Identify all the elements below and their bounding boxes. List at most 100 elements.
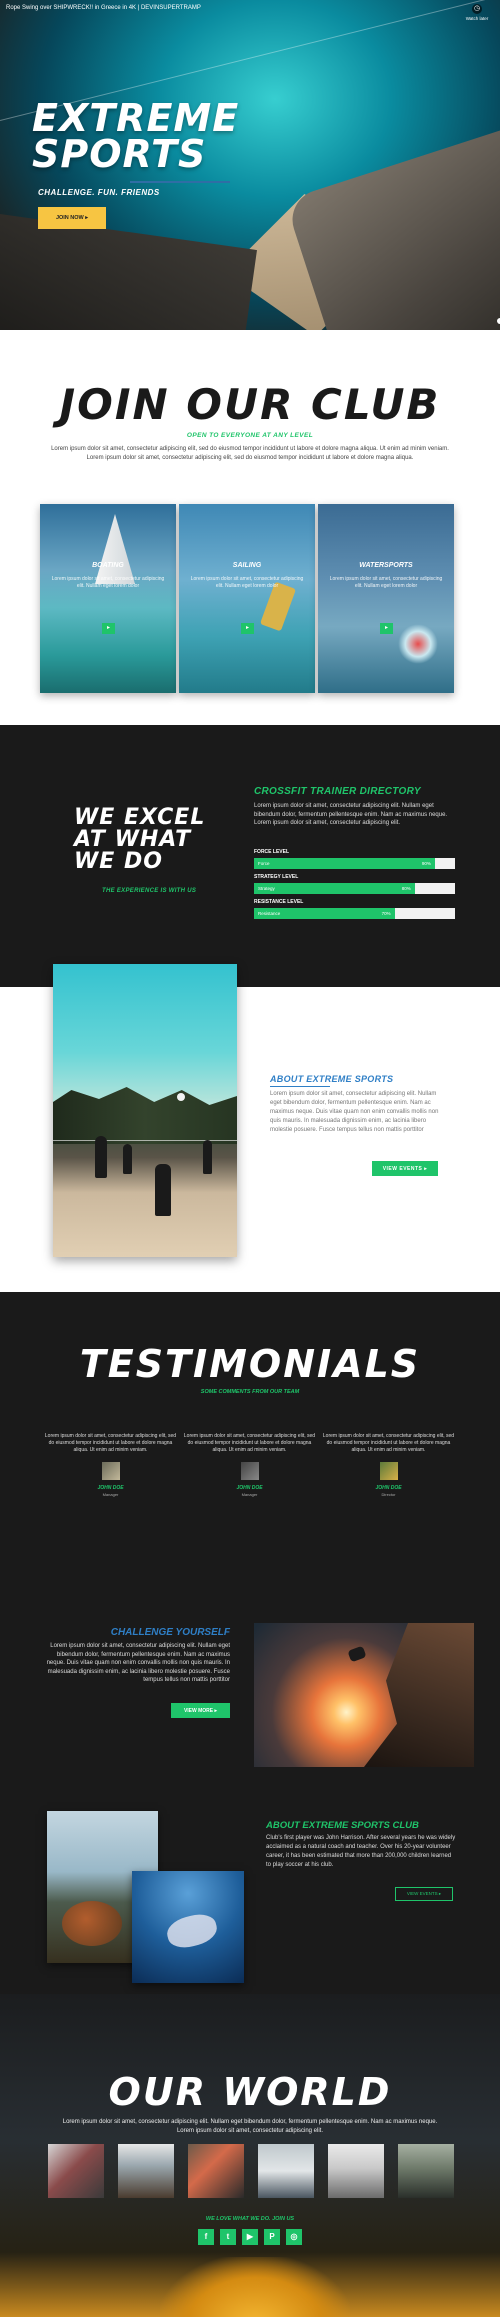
challenge-section: CHALLENGE YOURSELF Lorem ipsum dolor sit… xyxy=(0,1604,500,1784)
join-title: JOIN OUR CLUB xyxy=(59,380,441,429)
gallery-thumbnails xyxy=(48,2144,454,2198)
clock-icon: ◷ xyxy=(472,4,482,14)
cliff-shape xyxy=(364,1623,474,1767)
social-links: f t ▶ P ◎ xyxy=(198,2229,302,2245)
card-title: BOATING xyxy=(92,562,124,569)
bar-percent: 70% xyxy=(381,911,391,916)
join-section: JOIN OUR CLUB OPEN TO EVERYONE AT ANY LE… xyxy=(0,330,500,725)
hero-tagline: CHALLENGE. FUN. FRIENDS xyxy=(38,188,160,197)
player-figure xyxy=(95,1136,107,1178)
join-now-button[interactable]: JOIN NOW ▸ xyxy=(38,207,106,229)
testimonial-item: Lorem ipsum dolor sit amet, consectetur … xyxy=(321,1433,456,1497)
diver-shape xyxy=(163,1910,221,1952)
gallery-thumb[interactable] xyxy=(48,2144,104,2198)
activity-cards: BOATING Lorem ipsum dolor sit amet, cons… xyxy=(40,504,454,693)
hero-title-line-2: SPORTS xyxy=(32,132,207,176)
view-more-button[interactable]: VIEW MORE ▸ xyxy=(171,1703,230,1718)
join-paragraph: Lorem ipsum dolor sit amet, consectetur … xyxy=(51,446,449,461)
force-level-bar: FORCE LEVEL Force 90% xyxy=(254,849,455,869)
kayak-shape xyxy=(160,2257,350,2317)
video-title[interactable]: Rope Swing over SHIPWRECK!! in Greece in… xyxy=(6,5,201,11)
directory-text: Lorem ipsum dolor sit amet, consectetur … xyxy=(254,803,448,826)
card-sailing[interactable]: SAILING Lorem ipsum dolor sit amet, cons… xyxy=(179,504,315,693)
view-events-button[interactable]: VIEW EVENTS ▸ xyxy=(395,1887,453,1901)
excel-section: WE EXCEL AT WHAT WE DO THE EXPERIENCE IS… xyxy=(0,725,500,987)
club-text: Club's first player was John Harrison. A… xyxy=(266,1835,456,1868)
watch-later-label: Watch later xyxy=(465,16,489,21)
bar-label: RESISTANCE LEVEL xyxy=(254,899,304,905)
testimonial-role: Manager xyxy=(102,1492,119,1497)
testimonial-item: Lorem ipsum dolor sit amet, consectetur … xyxy=(43,1433,178,1497)
testimonial-quote: Lorem ipsum dolor sit amet, consectetur … xyxy=(322,1433,455,1453)
world-section: OUR WORLD Lorem ipsum dolor sit amet, co… xyxy=(0,1994,500,2317)
testimonials-subtitle: SOME COMMENTS FROM OUR TEAM xyxy=(200,1389,300,1395)
bar-track: Resistance 70% xyxy=(254,908,455,919)
twitter-icon[interactable]: t xyxy=(220,2229,236,2245)
bar-percent: 90% xyxy=(421,861,431,866)
testimonial-name: JOHN DOE xyxy=(236,1485,263,1491)
gallery-thumb[interactable] xyxy=(398,2144,454,2198)
jumper-figure xyxy=(347,1645,367,1663)
hero-title: EXTREME SPORTS xyxy=(32,99,239,173)
view-events-button[interactable]: VIEW EVENTS ▸ xyxy=(372,1161,438,1176)
hero-accent-line xyxy=(130,181,230,183)
avatar xyxy=(379,1462,398,1480)
gallery-thumb[interactable] xyxy=(258,2144,314,2198)
resistance-level-bar: RESISTANCE LEVEL Resistance 70% xyxy=(254,899,455,919)
bar-name: Force xyxy=(258,861,270,866)
cliff-jump-photo xyxy=(254,1623,474,1767)
testimonial-quote: Lorem ipsum dolor sit amet, consectetur … xyxy=(44,1433,177,1453)
card-title: SAILING xyxy=(232,562,262,569)
card-text: Lorem ipsum dolor sit amet, consectetur … xyxy=(51,576,165,589)
card-arrow-button[interactable]: ▸ xyxy=(102,623,115,634)
watch-later-button[interactable]: ◷ Watch later xyxy=(462,4,492,21)
avatar xyxy=(240,1462,259,1480)
card-watersports[interactable]: WATERSPORTS Lorem ipsum dolor sit amet, … xyxy=(318,504,454,693)
love-tagline: WE LOVE WHAT WE DO. JOIN US xyxy=(205,2216,295,2222)
join-subtitle: OPEN TO EVERYONE AT ANY LEVEL xyxy=(186,432,314,439)
card-arrow-button[interactable]: ▸ xyxy=(380,623,393,634)
facebook-icon[interactable]: f xyxy=(198,2229,214,2245)
bar-label: STRATEGY LEVEL xyxy=(254,874,299,880)
challenge-text: Lorem ipsum dolor sit amet, consectetur … xyxy=(46,1643,230,1683)
gallery-thumb[interactable] xyxy=(328,2144,384,2198)
bar-name: Strategy xyxy=(258,886,275,891)
tree-silhouette xyxy=(53,1087,237,1144)
bar-track: Strategy 80% xyxy=(254,883,455,894)
bar-name: Resistance xyxy=(258,911,281,916)
volleyball-ball xyxy=(177,1093,185,1101)
card-title: WATERSPORTS xyxy=(359,562,413,569)
about-title: ABOUT EXTREME SPORTS xyxy=(270,1074,394,1084)
testimonial-item: Lorem ipsum dolor sit amet, consectetur … xyxy=(182,1433,317,1497)
directory-title: CROSSFIT TRAINER DIRECTORY xyxy=(254,786,421,797)
gallery-thumb[interactable] xyxy=(188,2144,244,2198)
sail-shape xyxy=(95,514,135,584)
hero-section: Rope Swing over SHIPWRECK!! in Greece in… xyxy=(0,0,500,330)
about-accent-line xyxy=(270,1086,330,1087)
about-section: ABOUT EXTREME SPORTS Lorem ipsum dolor s… xyxy=(0,964,500,1292)
pinterest-icon[interactable]: P xyxy=(264,2229,280,2245)
card-text: Lorem ipsum dolor sit amet, consectetur … xyxy=(329,576,443,589)
club-title: ABOUT EXTREME SPORTS CLUB xyxy=(266,1820,419,1831)
card-boating[interactable]: BOATING Lorem ipsum dolor sit amet, cons… xyxy=(40,504,176,693)
instagram-icon[interactable]: ◎ xyxy=(286,2229,302,2245)
bar-fill: Force 90% xyxy=(254,858,435,869)
testimonial-name: JOHN DOE xyxy=(375,1485,402,1491)
diver-photo xyxy=(132,1871,244,1983)
bar-fill: Resistance 70% xyxy=(254,908,395,919)
testimonial-name: JOHN DOE xyxy=(97,1485,124,1491)
card-text: Lorem ipsum dolor sit amet, consectetur … xyxy=(190,576,304,589)
testimonial-role: Director xyxy=(381,1492,396,1497)
testimonials-title: TESTIMONIALS xyxy=(79,1342,421,1386)
gallery-thumb[interactable] xyxy=(118,2144,174,2198)
challenge-title: CHALLENGE YOURSELF xyxy=(110,1627,230,1638)
player-figure xyxy=(123,1144,132,1174)
volleyball-photo xyxy=(53,964,237,1257)
avatar xyxy=(101,1462,120,1480)
world-paragraph: Lorem ipsum dolor sit amet, consectetur … xyxy=(62,2119,438,2134)
youtube-icon[interactable]: ▶ xyxy=(242,2229,258,2245)
card-arrow-button[interactable]: ▸ xyxy=(241,623,254,634)
bar-fill: Strategy 80% xyxy=(254,883,415,894)
player-figure xyxy=(155,1164,171,1216)
testimonial-quote: Lorem ipsum dolor sit amet, consectetur … xyxy=(183,1433,316,1453)
